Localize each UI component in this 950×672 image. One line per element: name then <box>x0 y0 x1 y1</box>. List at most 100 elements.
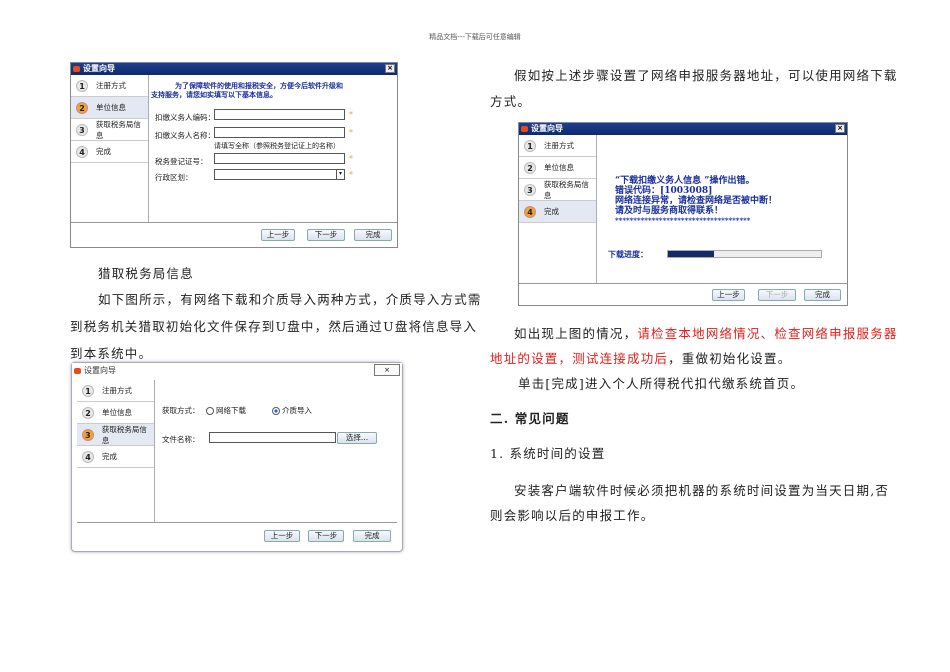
step-number-icon: 4 <box>524 205 536 218</box>
step-item: 1 注册方式 <box>519 135 596 157</box>
label-withholder-code: 扣缴义务人编码： <box>155 113 215 122</box>
method-label: 获取方式： <box>162 406 200 415</box>
error-title: “下载扣缴义务人信息 ”操作出错。 <box>615 176 755 186</box>
file-name-input[interactable] <box>209 432 336 443</box>
step-number-icon: 2 <box>82 406 94 419</box>
app-logo-icon <box>74 368 81 374</box>
paragraph-line: 方式。 <box>490 94 532 109</box>
label-region: 行政区划： <box>155 173 193 182</box>
dialog-title: 设置向导 <box>84 366 116 375</box>
required-mark: * <box>349 110 353 119</box>
withholder-name-input[interactable] <box>214 127 345 138</box>
step-label: 获取税务局信息 <box>101 424 147 445</box>
region-select[interactable]: ▾ <box>214 169 345 180</box>
chevron-down-icon[interactable]: ▾ <box>336 170 344 179</box>
finish-button[interactable]: 完成 <box>354 229 392 241</box>
download-progress-bar <box>667 250 822 258</box>
step-number-icon: 3 <box>524 183 536 196</box>
step-label: 获取税务局信息 <box>95 119 141 140</box>
option-label: 网络下载 <box>216 406 246 415</box>
paragraph-line: 如出现上图的情况，请检查本地网络情况、检查网络申报服务器 <box>514 320 898 347</box>
finish-button[interactable]: 完成 <box>804 289 841 301</box>
paragraph-line: 安装客户端软件时候必须把机器的系统时间设置为当天日期,否 <box>514 483 890 498</box>
wizard-dialog-download-error: 设置向导 × 1 注册方式 2 单位信息 3 获取税务局信息 4 完成 “下载扣缴义务人信息 ”… <box>518 122 848 306</box>
paragraph-line: 到税务机关猎取初始化文件保存到U盘中，然后通过U盘将信息导入 <box>70 319 478 334</box>
section-heading-faq: 二. 常见问题 <box>490 411 570 426</box>
step-number-icon: 1 <box>76 79 88 92</box>
step-number-icon: 1 <box>524 139 536 152</box>
radio-network-download[interactable]: 网络下载 <box>206 405 246 416</box>
step-item: 2 单位信息 <box>71 97 148 119</box>
app-logo-icon <box>521 126 528 132</box>
label-withholder-name: 扣缴义务人名称： <box>155 131 215 140</box>
paragraph-line: 则会影响以后的申报工作。 <box>490 508 655 523</box>
step-item: 4 完成 <box>519 201 596 223</box>
name-hint: 请填写全称（参照税务登记证上的名称） <box>214 142 340 150</box>
choose-file-button[interactable]: 选择... <box>337 432 377 444</box>
error-separator: ************************************* <box>615 216 751 225</box>
radio-selected-icon[interactable] <box>272 406 280 415</box>
next-button-disabled: 下一步 <box>758 289 796 301</box>
close-icon[interactable]: × <box>385 64 395 73</box>
withholder-code-input[interactable] <box>214 109 345 120</box>
dialog-title: 设置向导 <box>83 64 115 73</box>
dialog-footer: 上一步 下一步 完成 <box>519 283 847 305</box>
step-item: 2 单位信息 <box>519 157 596 179</box>
error-code: 错误代码：[1003008] <box>615 186 713 196</box>
step-number-icon: 4 <box>82 450 94 463</box>
tax-reg-no-input[interactable] <box>214 153 345 164</box>
dialog-footer: 上一步 下一步 完成 <box>77 522 397 547</box>
error-contact: 请及时与服务商取得联系！ <box>615 206 724 216</box>
step-label: 单位信息 <box>102 408 132 417</box>
step-label: 单位信息 <box>544 163 574 172</box>
text: 如出现上图的情况， <box>514 326 638 341</box>
step-number-icon: 3 <box>82 428 94 441</box>
subsection-heading-system-time: 1. 系统时间的设置 <box>490 446 606 461</box>
wizard-dialog-tax-bureau-info: 设置向导 × 1 注册方式 2 单位信息 3 获取税务局信息 4 完成 获取方式： 网络下载 介… <box>71 362 403 552</box>
close-icon[interactable]: × <box>374 364 400 376</box>
step-sidebar: 1 注册方式 2 单位信息 3 获取税务局信息 4 完成 <box>77 380 155 526</box>
required-mark: * <box>349 170 353 179</box>
paragraph-line: 假如按上述步骤设置了网络申报服务器地址，可以使用网络下载 <box>514 68 898 83</box>
required-mark: * <box>349 154 353 163</box>
label-tax-reg-no: 税务登记证号： <box>155 157 208 166</box>
step-item: 3 获取税务局信息 <box>519 179 596 201</box>
step-number-icon: 2 <box>524 161 536 174</box>
next-button[interactable]: 下一步 <box>307 229 345 241</box>
dialog-title: 设置向导 <box>531 124 563 133</box>
step-sidebar: 1 注册方式 2 单位信息 3 获取税务局信息 4 完成 <box>71 75 149 223</box>
step-item: 2 单位信息 <box>77 402 154 424</box>
step-label: 完成 <box>544 207 559 216</box>
file-name-label: 文件名称： <box>162 435 200 444</box>
step-label: 单位信息 <box>96 103 126 112</box>
step-number-icon: 1 <box>82 384 94 397</box>
step-number-icon: 3 <box>76 123 88 136</box>
required-mark: * <box>349 128 353 137</box>
step-item: 1 注册方式 <box>77 380 154 402</box>
step-item: 1 注册方式 <box>71 75 148 97</box>
progress-label: 下载进度： <box>608 249 648 259</box>
step-item: 4 完成 <box>71 141 148 163</box>
page-header: 精品文档---下载后可任意编辑 <box>429 33 521 41</box>
prev-button[interactable]: 上一步 <box>264 530 300 542</box>
wizard-dialog-unit-info: 设置向导 × 1 注册方式 2 单位信息 3 获取税务局信息 4 完成 为了保障软件的使用和报税… <box>70 62 398 248</box>
title-bar: 设置向导 × <box>72 363 402 379</box>
close-icon[interactable]: × <box>835 124 845 133</box>
step-number-icon: 2 <box>76 101 88 114</box>
prev-button[interactable]: 上一步 <box>712 289 745 301</box>
step-item: 3 获取税务局信息 <box>71 119 148 141</box>
radio-media-import[interactable]: 介质导入 <box>272 405 312 416</box>
step-sidebar: 1 注册方式 2 单位信息 3 获取税务局信息 4 完成 <box>519 135 597 285</box>
step-label: 完成 <box>96 147 111 156</box>
highlight-text: 地址的设置，测试连接成功后 <box>490 351 669 366</box>
prev-button[interactable]: 上一步 <box>261 229 295 241</box>
paragraph-line: 单击[完成]进入个人所得税代扣代缴系统首页。 <box>518 376 805 391</box>
option-label: 介质导入 <box>282 406 312 415</box>
paragraph-line: 如下图所示，有网络下载和介质导入两种方式，介质导入方式需 <box>98 292 482 307</box>
title-bar: 设置向导 × <box>519 123 847 135</box>
dialog-footer: 上一步 下一步 完成 <box>71 222 397 247</box>
next-button[interactable]: 下一步 <box>308 530 344 542</box>
radio-icon[interactable] <box>206 406 214 415</box>
finish-button[interactable]: 完成 <box>353 530 391 542</box>
paragraph-line: 地址的设置，测试连接成功后，重做初始化设置。 <box>490 345 791 372</box>
